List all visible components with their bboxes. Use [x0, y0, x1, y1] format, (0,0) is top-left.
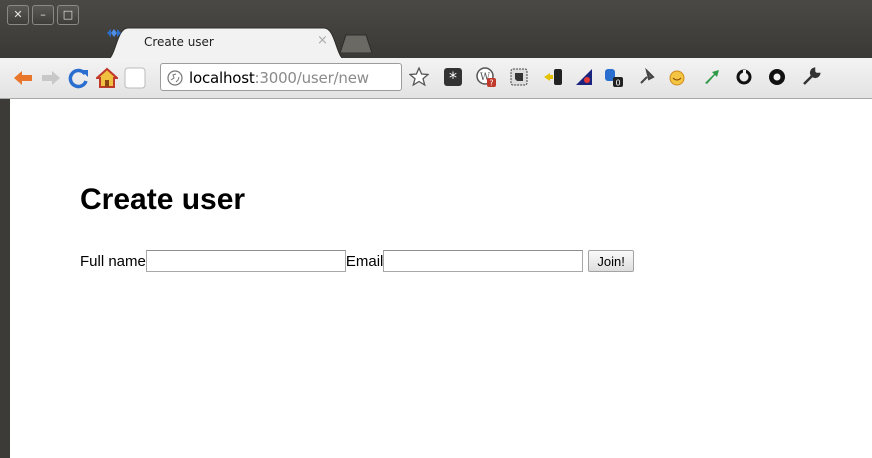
fullname-field[interactable] — [145, 250, 346, 272]
smiley-icon[interactable] — [667, 67, 687, 87]
window-titlebar: ✕ – □ Create user × — [0, 0, 872, 60]
screen-capture-icon[interactable] — [574, 67, 594, 87]
wrench-menu-icon[interactable] — [801, 67, 821, 87]
diamond-arrows-icon — [107, 29, 121, 37]
globe-icon — [167, 70, 183, 86]
address-bar[interactable]: localhost:3000/user/new — [160, 63, 402, 91]
asterisk-extension-icon[interactable]: * — [443, 67, 463, 87]
email-label: Email — [345, 252, 384, 270]
url-text: localhost:3000/user/new — [189, 69, 369, 87]
tab-shape — [106, 27, 346, 60]
satellite-icon[interactable] — [637, 67, 657, 87]
bookmark-star-icon[interactable] — [409, 67, 429, 87]
tab-create-user[interactable]: Create user × — [106, 26, 346, 60]
url-path: :3000/user/new — [254, 69, 369, 87]
window-maximize-button[interactable]: □ — [57, 5, 79, 25]
new-tab-button[interactable] — [340, 33, 372, 53]
apps-icon[interactable] — [124, 67, 146, 89]
url-host: localhost — [189, 69, 255, 87]
settings-gear-icon[interactable] — [767, 67, 787, 87]
forward-arrow-icon[interactable] — [40, 67, 62, 89]
fullname-label: Full name — [80, 252, 146, 270]
create-user-form: Full name Email Join! — [80, 249, 634, 273]
page-content: Create user Full name Email Join! — [10, 99, 872, 458]
send-to-phone-icon[interactable] — [543, 67, 563, 87]
reload-icon[interactable] — [68, 67, 90, 89]
email-field[interactable] — [383, 250, 584, 272]
window-close-button[interactable]: ✕ — [7, 5, 29, 25]
notification-badge: 0 — [615, 79, 620, 88]
join-button[interactable]: Join! — [588, 250, 634, 272]
back-arrow-icon[interactable] — [12, 67, 34, 89]
wordpress-badge: ? — [489, 79, 493, 88]
window-minimize-button[interactable]: – — [32, 5, 54, 25]
home-icon[interactable] — [96, 67, 118, 89]
sync-icon[interactable] — [734, 67, 754, 87]
browser-toolbar: localhost:3000/user/new * W ? 0 — [0, 58, 872, 99]
evernote-icon[interactable] — [509, 67, 529, 87]
tab-title: Create user — [144, 35, 214, 49]
green-arrow-icon[interactable] — [702, 67, 722, 87]
notification-extension-icon[interactable]: 0 — [603, 67, 623, 87]
wordpress-icon[interactable]: W ? — [476, 67, 496, 87]
page-title: Create user — [80, 183, 246, 216]
tab-close-icon[interactable]: × — [317, 33, 328, 48]
svg-text:*: * — [449, 68, 457, 87]
